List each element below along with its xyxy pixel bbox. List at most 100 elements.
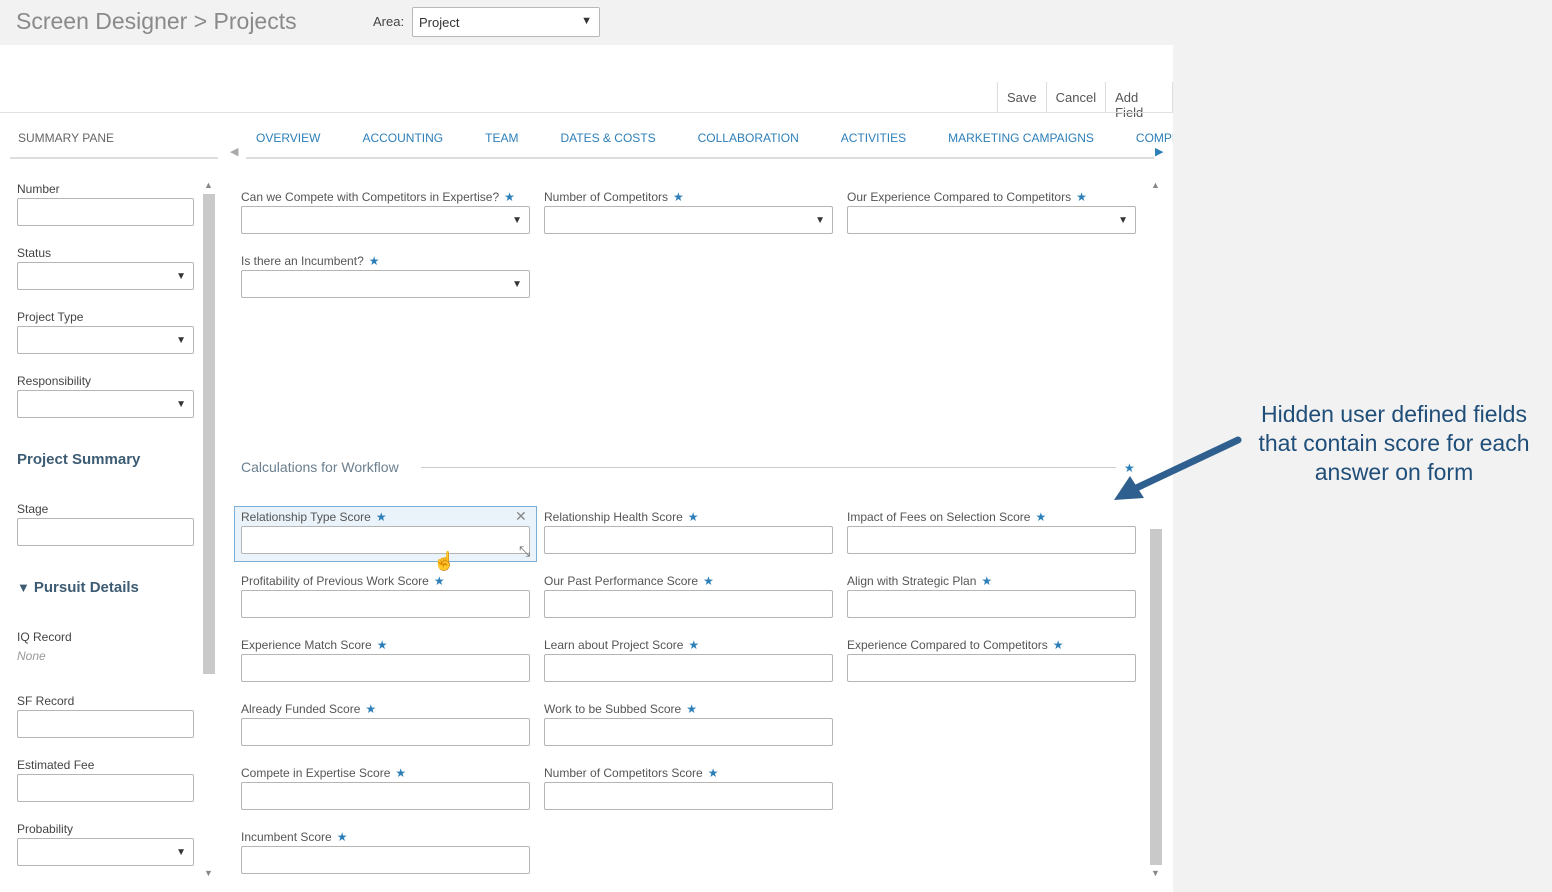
tab-bar: OVERVIEW ACCOUNTING TEAM DATES & COSTS C… — [256, 131, 1173, 145]
field-label-text: Our Past Performance Score — [544, 574, 699, 588]
star-icon: ★ — [395, 766, 407, 780]
relationship-type-label: Relationship Type Score ★ — [241, 510, 387, 524]
star-icon: ★ — [687, 510, 699, 524]
probability-label: Probability — [17, 822, 74, 836]
arrow-icon — [1114, 436, 1242, 500]
already-funded-field[interactable] — [241, 718, 530, 746]
tab-marketing-campaigns[interactable]: MARKETING CAMPAIGNS — [948, 131, 1094, 145]
compete-expertise-score-field[interactable] — [241, 782, 530, 810]
caret-down-icon: ▼ — [815, 215, 825, 226]
star-icon: ★ — [688, 638, 700, 652]
estimated-fee-field[interactable] — [17, 774, 194, 802]
stage-label: Stage — [17, 502, 49, 516]
incumbent-score-label: Incumbent Score ★ — [241, 830, 347, 844]
field-label-text: Profitability of Previous Work Score — [241, 574, 429, 588]
pursuit-details-toggle[interactable]: ▼ Pursuit Details — [17, 579, 139, 596]
tab-overview[interactable]: OVERVIEW — [256, 131, 320, 145]
tab-scroll-left-icon[interactable]: ◀ — [230, 145, 238, 158]
field-label-text: Is there an Incumbent? — [241, 254, 364, 268]
star-icon: ★ — [1052, 638, 1064, 652]
tab-dates-costs[interactable]: DATES & COSTS — [560, 131, 655, 145]
tab-team[interactable]: TEAM — [485, 131, 518, 145]
annotation-text: Hidden user defined fields that contain … — [1258, 401, 1530, 485]
field-label-text: Experience Compared to Competitors — [847, 638, 1048, 652]
relationship-health-field[interactable] — [544, 526, 833, 554]
close-icon[interactable]: ✕ — [515, 508, 527, 525]
save-button[interactable]: Save — [998, 82, 1047, 112]
number-competitors-score-label: Number of Competitors Score ★ — [544, 766, 719, 780]
star-icon: ★ — [1035, 510, 1047, 524]
divider — [0, 112, 1173, 113]
left-scrollbar[interactable]: ▲ ▼ — [202, 180, 215, 882]
main-scrollbar[interactable]: ▲ ▼ — [1149, 180, 1162, 882]
cancel-button[interactable]: Cancel — [1047, 82, 1107, 112]
project-type-label: Project Type — [17, 310, 84, 324]
iq-record-label: IQ Record — [17, 630, 72, 644]
tab-competition[interactable]: COMPETITION — [1136, 131, 1173, 145]
number-competitors-label: Number of Competitors ★ — [544, 190, 684, 204]
incumbent-select[interactable]: ▼ — [241, 270, 530, 298]
star-icon: ★ — [336, 830, 348, 844]
experience-competitors-label: Experience Compared to Competitors ★ — [847, 638, 1064, 652]
scrollbar-thumb[interactable] — [203, 194, 215, 674]
tab-activities[interactable]: ACTIVITIES — [841, 131, 906, 145]
caret-down-icon: ▼ — [176, 399, 186, 410]
sf-record-label: SF Record — [17, 694, 75, 708]
number-competitors-select[interactable]: ▼ — [544, 206, 833, 234]
past-performance-field[interactable] — [544, 590, 833, 618]
title-bar: Screen Designer > Projects Area: Project… — [0, 0, 1173, 45]
star-icon: ★ — [375, 510, 387, 524]
number-field[interactable] — [17, 198, 194, 226]
experience-competitors-field[interactable] — [847, 654, 1136, 682]
compete-expertise-label: Can we Compete with Competitors in Exper… — [241, 190, 515, 204]
resize-icon[interactable]: ⤡ — [519, 543, 530, 560]
status-select[interactable]: ▼ — [17, 262, 194, 290]
profitability-field[interactable] — [241, 590, 530, 618]
scroll-up-icon[interactable]: ▲ — [204, 180, 213, 190]
compete-expertise-select[interactable]: ▼ — [241, 206, 530, 234]
probability-select[interactable]: ▼ — [17, 838, 194, 866]
hand-cursor-icon: ☝ — [433, 551, 456, 571]
sf-record-field[interactable] — [17, 710, 194, 738]
experience-match-field[interactable] — [241, 654, 530, 682]
area-select-value: Project — [419, 15, 460, 30]
field-label-text: Incumbent Score — [241, 830, 332, 844]
work-subbed-label: Work to be Subbed Score ★ — [544, 702, 697, 716]
stage-field[interactable] — [17, 518, 194, 546]
incumbent-label: Is there an Incumbent? ★ — [241, 254, 380, 268]
experience-compared-select[interactable]: ▼ — [847, 206, 1136, 234]
section-title: Calculations for Workflow — [241, 459, 399, 475]
area-select[interactable]: Project ▼ — [412, 7, 600, 37]
toolbar: Save Cancel Add Field — [997, 82, 1173, 120]
relationship-health-label: Relationship Health Score ★ — [544, 510, 699, 524]
relationship-type-field[interactable] — [241, 526, 530, 554]
tab-accounting[interactable]: ACCOUNTING — [362, 131, 443, 145]
incumbent-score-field[interactable] — [241, 846, 530, 874]
scrollbar-thumb[interactable] — [1150, 529, 1162, 865]
divider — [10, 157, 218, 159]
tab-scroll-right-icon[interactable]: ▶ — [1155, 145, 1163, 158]
star-icon: ★ — [368, 254, 380, 268]
caret-down-icon: ▼ — [176, 335, 186, 346]
field-label-text: Already Funded Score — [241, 702, 361, 716]
field-label-text: Relationship Type Score — [241, 510, 371, 524]
summary-pane-title: SUMMARY PANE — [18, 131, 115, 145]
compete-expertise-score-label: Compete in Expertise Score ★ — [241, 766, 406, 780]
scroll-up-icon[interactable]: ▲ — [1151, 180, 1160, 190]
responsibility-select[interactable]: ▼ — [17, 390, 194, 418]
star-icon: ★ — [1076, 190, 1087, 204]
caret-down-icon: ▼ — [176, 847, 186, 858]
work-subbed-field[interactable] — [544, 718, 833, 746]
divider — [246, 157, 1154, 159]
strategic-plan-field[interactable] — [847, 590, 1136, 618]
number-competitors-score-field[interactable] — [544, 782, 833, 810]
scroll-down-icon[interactable]: ▼ — [204, 868, 213, 878]
field-label-text: Compete in Expertise Score — [241, 766, 391, 780]
learn-project-field[interactable] — [544, 654, 833, 682]
field-label-text: Number of Competitors Score — [544, 766, 703, 780]
project-type-select[interactable]: ▼ — [17, 326, 194, 354]
tab-collaboration[interactable]: COLLABORATION — [698, 131, 799, 145]
scroll-down-icon[interactable]: ▼ — [1151, 868, 1160, 878]
add-field-button[interactable]: Add Field — [1106, 82, 1173, 120]
impact-fees-field[interactable] — [847, 526, 1136, 554]
